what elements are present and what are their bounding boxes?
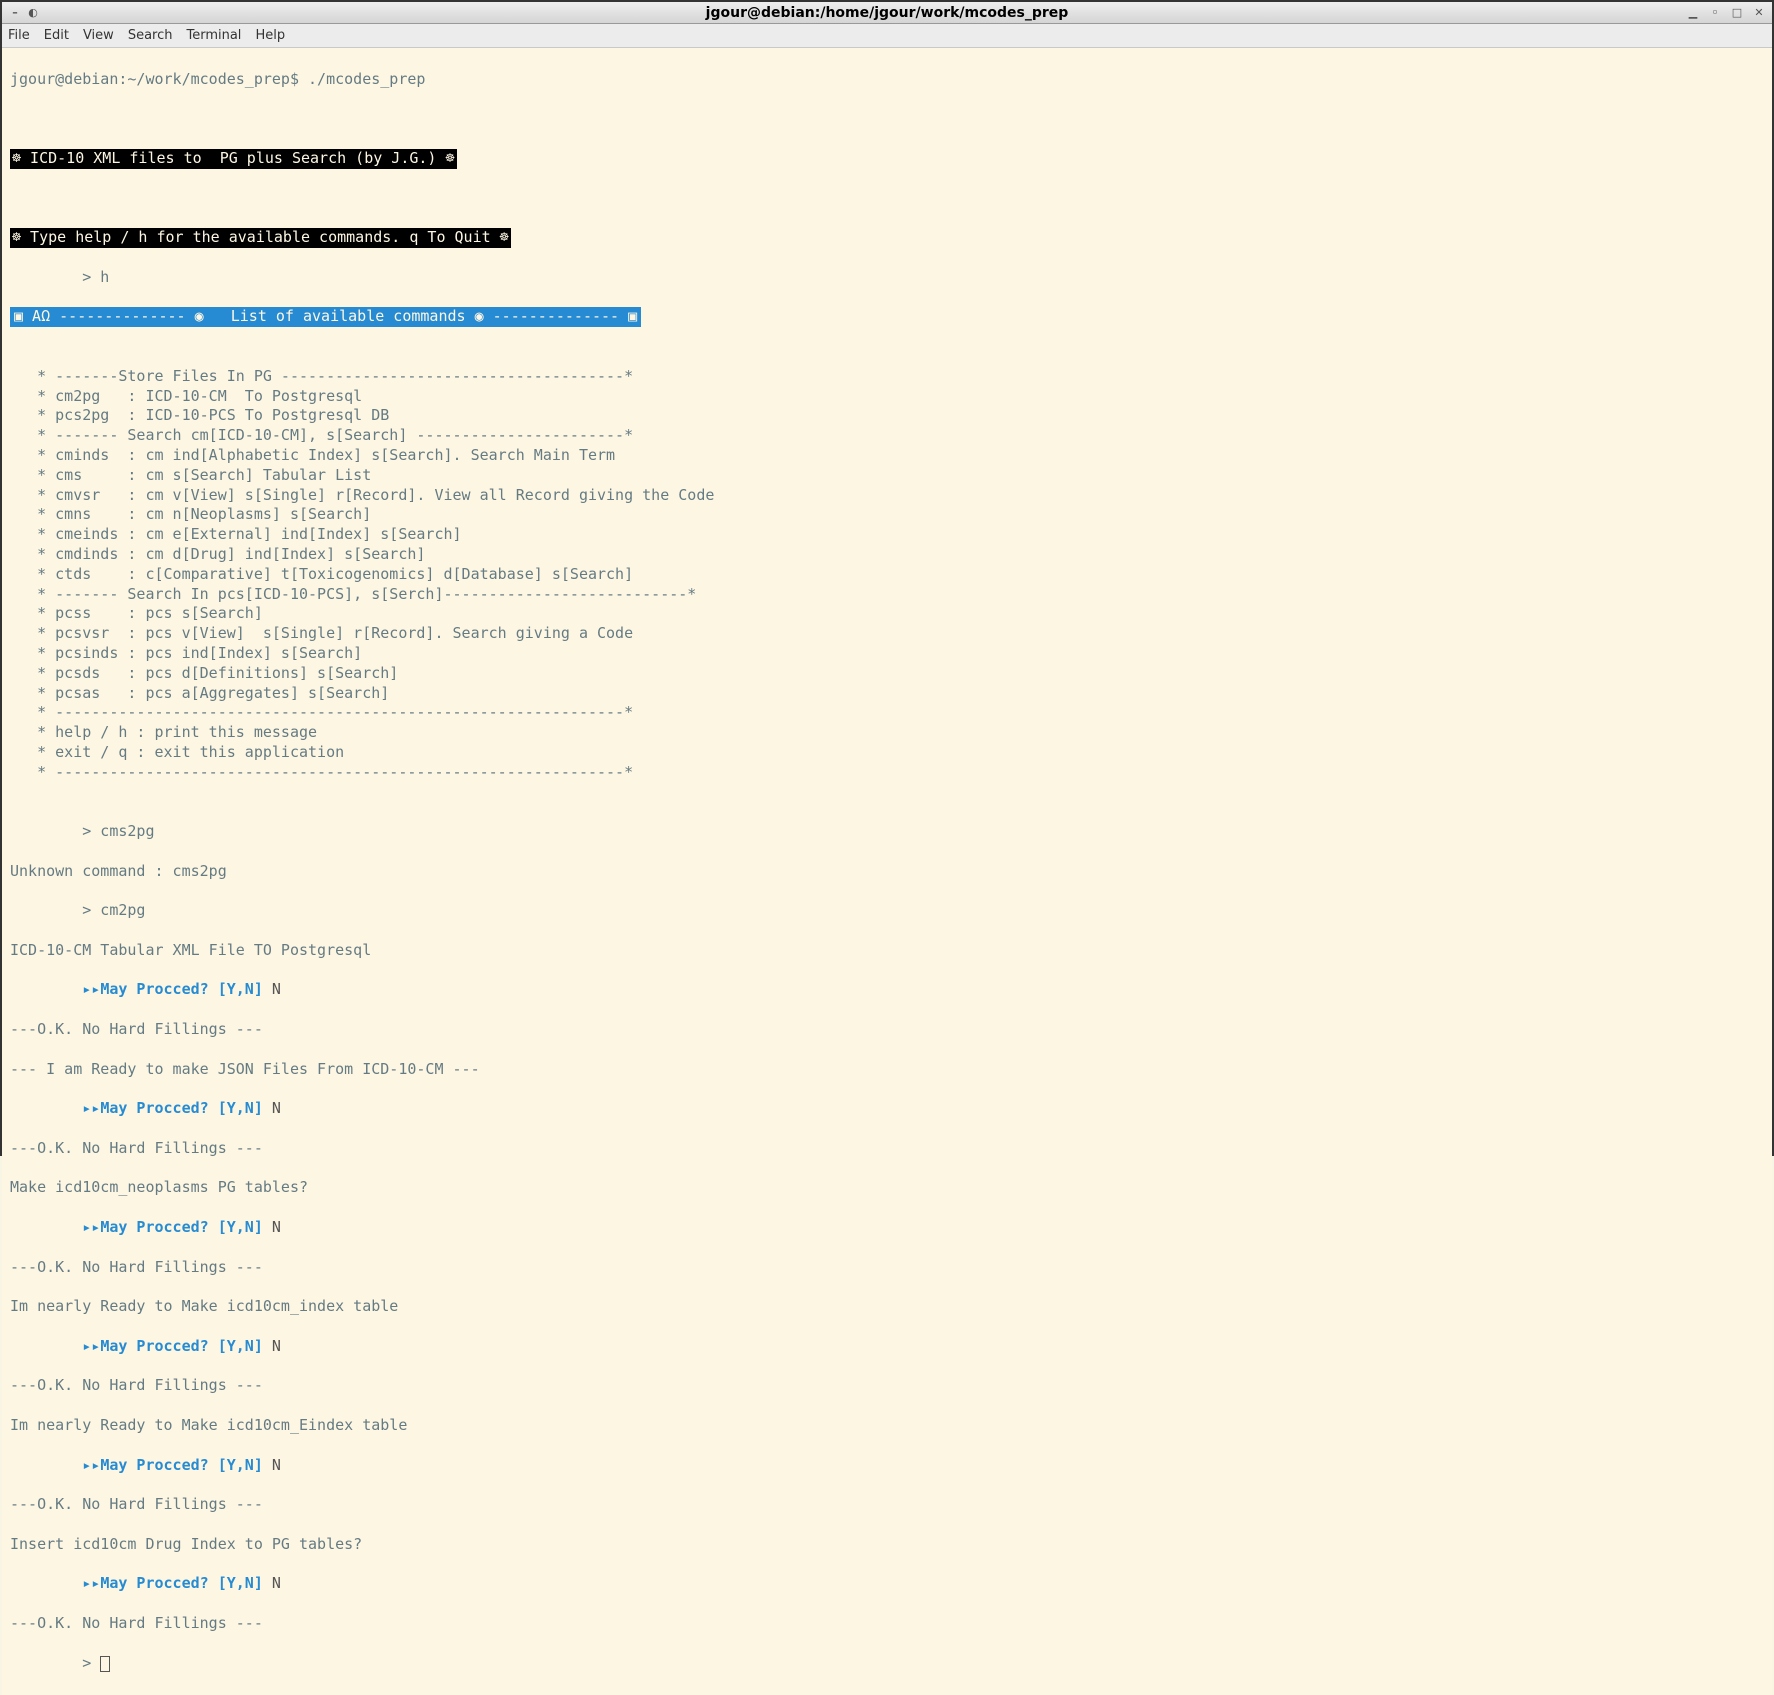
cursor-icon xyxy=(100,1656,110,1672)
help-line xyxy=(10,347,1764,367)
help-line: * -------Store Files In PG -------------… xyxy=(10,367,1764,387)
help-line: * ------- Search In pcs[ICD-10-PCS], s[S… xyxy=(10,585,1764,605)
arrows-icon: ▸▸ xyxy=(82,1574,100,1592)
shell-prompt-line: jgour@debian:~/work/mcodes_prep$ ./mcode… xyxy=(10,70,1764,90)
menu-help[interactable]: Help xyxy=(255,28,285,43)
arrows-icon: ▸▸ xyxy=(82,1218,100,1236)
arrows-icon: ▸▸ xyxy=(82,1456,100,1474)
help-line: * help / h : print this message xyxy=(10,723,1764,743)
help-line: * exit / q : exit this application xyxy=(10,743,1764,763)
ok-msg: ---O.K. No Hard Fillings --- xyxy=(10,1258,1764,1278)
arrows-icon: ▸▸ xyxy=(82,1337,100,1355)
neoplasms-msg: Make icd10cm_neoplasms PG tables? xyxy=(10,1178,1764,1198)
maximize-icon[interactable]: □ xyxy=(1730,5,1744,19)
window-sticky-icon[interactable]: ◐ xyxy=(26,5,40,19)
help-line: * --------------------------------------… xyxy=(10,763,1764,783)
user-input-cm2pg: > cm2pg xyxy=(10,901,1764,921)
help-line: * cmvsr : cm v[View] s[Single] r[Record]… xyxy=(10,486,1764,506)
user-input-cms2pg: > cms2pg xyxy=(10,822,1764,842)
help-line xyxy=(10,782,1764,802)
help-line: * pcsvsr : pcs v[View] s[Single] r[Recor… xyxy=(10,624,1764,644)
help-text-block: * -------Store Files In PG -------------… xyxy=(10,347,1764,802)
help-line: * ------- Search cm[ICD-10-CM], s[Search… xyxy=(10,426,1764,446)
command-list-header: ▣ ΑΩ -------------- ◉ List of available … xyxy=(10,307,641,327)
proceed-prompt: ▸▸May Procced? [Y,N] N xyxy=(10,980,1764,1000)
help-line: * cm2pg : ICD-10-CM To Postgresql xyxy=(10,387,1764,407)
help-line: * cmns : cm n[Neoplasms] s[Search] xyxy=(10,505,1764,525)
blank-line xyxy=(10,189,1764,209)
menu-search[interactable]: Search xyxy=(128,28,173,43)
ok-msg: ---O.K. No Hard Fillings --- xyxy=(10,1614,1764,1634)
help-line: * pcsas : pcs a[Aggregates] s[Search] xyxy=(10,684,1764,704)
app-title-banner: ☸ ICD-10 XML files to PG plus Search (by… xyxy=(10,149,457,169)
menu-file[interactable]: File xyxy=(8,28,30,43)
restore-icon[interactable]: ◦ xyxy=(1708,5,1722,19)
close-icon[interactable]: ✕ xyxy=(1752,5,1766,19)
menu-terminal[interactable]: Terminal xyxy=(186,28,241,43)
proceed-prompt: ▸▸May Procced? [Y,N] N xyxy=(10,1574,1764,1594)
terminal-pane[interactable]: jgour@debian:~/work/mcodes_prep$ ./mcode… xyxy=(2,48,1772,1695)
cm2pg-title: ICD-10-CM Tabular XML File TO Postgresql xyxy=(10,941,1764,961)
window-title: jgour@debian:/home/jgour/work/mcodes_pre… xyxy=(706,5,1069,21)
help-line: * cmdinds : cm d[Drug] ind[Index] s[Sear… xyxy=(10,545,1764,565)
minimize-icon[interactable]: ▁ xyxy=(1686,5,1700,19)
window-menu-icon[interactable]: – xyxy=(8,5,22,19)
arrows-icon: ▸▸ xyxy=(82,1099,100,1117)
index-table-msg: Im nearly Ready to Make icd10cm_index ta… xyxy=(10,1297,1764,1317)
ok-msg: ---O.K. No Hard Fillings --- xyxy=(10,1020,1764,1040)
proceed-prompt: ▸▸May Procced? [Y,N] N xyxy=(10,1099,1764,1119)
proceed-prompt: ▸▸May Procced? [Y,N] N xyxy=(10,1218,1764,1238)
menu-view[interactable]: View xyxy=(83,28,114,43)
help-line: * cminds : cm ind[Alphabetic Index] s[Se… xyxy=(10,446,1764,466)
final-prompt: > xyxy=(10,1654,1764,1674)
help-line: * pcss : pcs s[Search] xyxy=(10,604,1764,624)
help-line: * cmeinds : cm e[External] ind[Index] s[… xyxy=(10,525,1764,545)
menu-edit[interactable]: Edit xyxy=(44,28,69,43)
help-line: * --------------------------------------… xyxy=(10,703,1764,723)
help-line: * pcsinds : pcs ind[Index] s[Search] xyxy=(10,644,1764,664)
json-ready-msg: --- I am Ready to make JSON Files From I… xyxy=(10,1060,1764,1080)
help-line: * ctds : c[Comparative] t[Toxicogenomics… xyxy=(10,565,1764,585)
drug-index-msg: Insert icd10cm Drug Index to PG tables? xyxy=(10,1535,1764,1555)
blank-line xyxy=(10,109,1764,129)
user-input-h: > h xyxy=(10,268,1764,288)
help-line: * cms : cm s[Search] Tabular List xyxy=(10,466,1764,486)
ok-msg: ---O.K. No Hard Fillings --- xyxy=(10,1376,1764,1396)
proceed-prompt: ▸▸May Procced? [Y,N] N xyxy=(10,1337,1764,1357)
unknown-command-msg: Unknown command : cms2pg xyxy=(10,862,1764,882)
menubar: File Edit View Search Terminal Help xyxy=(2,24,1772,48)
help-hint-banner: ☸ Type help / h for the available comman… xyxy=(10,228,511,248)
window-titlebar: – ◐ jgour@debian:/home/jgour/work/mcodes… xyxy=(2,2,1772,24)
help-line: * pcsds : pcs d[Definitions] s[Search] xyxy=(10,664,1764,684)
eindex-table-msg: Im nearly Ready to Make icd10cm_Eindex t… xyxy=(10,1416,1764,1436)
proceed-prompt: ▸▸May Procced? [Y,N] N xyxy=(10,1456,1764,1476)
arrows-icon: ▸▸ xyxy=(82,980,100,998)
help-line: * pcs2pg : ICD-10-PCS To Postgresql DB xyxy=(10,406,1764,426)
ok-msg: ---O.K. No Hard Fillings --- xyxy=(10,1495,1764,1515)
